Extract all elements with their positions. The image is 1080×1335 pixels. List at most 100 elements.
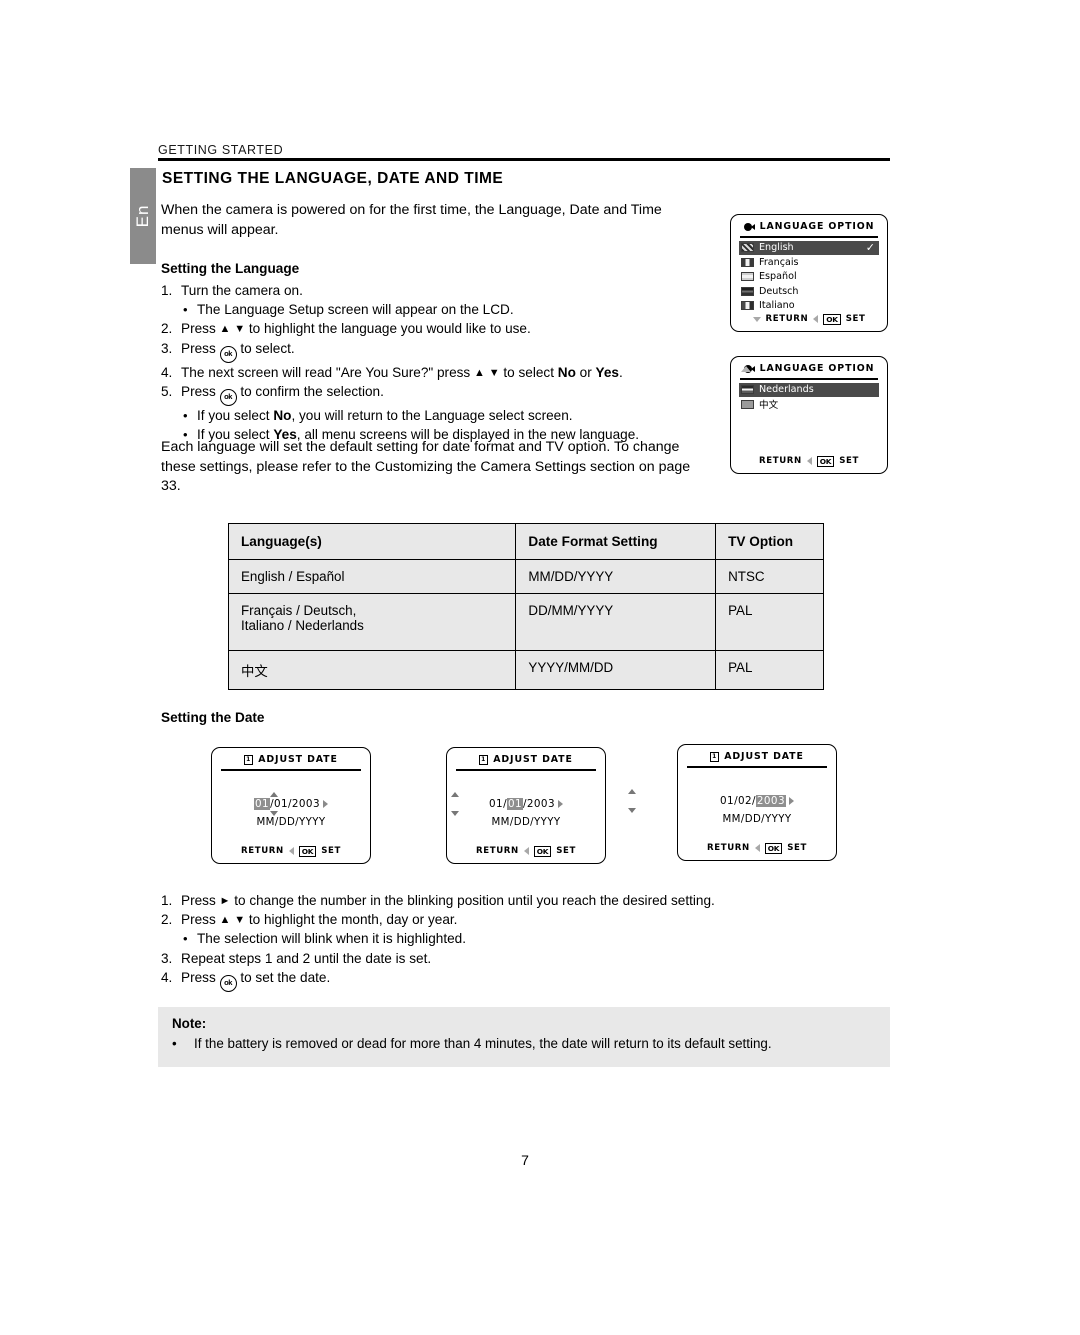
note-text: If the battery is removed or dead for mo…: [194, 1036, 772, 1051]
set-label: SET: [321, 846, 341, 857]
triangle-right-icon: ►: [219, 895, 231, 907]
triangle-down-icon[interactable]: [628, 808, 636, 813]
germany-flag-icon: [741, 286, 754, 296]
year-value[interactable]: 2003: [292, 798, 320, 810]
list-item[interactable]: English ✓: [739, 240, 879, 256]
cell-languages-line2: Italiano / Nederlands: [241, 618, 364, 633]
language-tab-label: En: [133, 204, 152, 228]
menu-marker-icon: [743, 222, 755, 231]
bullet-text: The Language Setup screen will appear on…: [197, 302, 514, 318]
date-format-label: MM/DD/YYYY: [256, 817, 326, 828]
triangle-right-icon[interactable]: [557, 800, 563, 808]
triangle-left-icon: [523, 847, 529, 856]
ok-box-icon[interactable]: OK: [533, 845, 552, 857]
set-label: SET: [556, 846, 576, 857]
month-value[interactable]: 01: [489, 798, 503, 810]
ok-button-icon: ok: [219, 345, 237, 363]
bullet-dot: •: [172, 1036, 177, 1051]
language-settings-table: Language(s) Date Format Setting TV Optio…: [227, 523, 824, 690]
year-value[interactable]: 2003: [755, 795, 786, 807]
triangle-left-icon: [754, 844, 760, 853]
list-item: 3. Repeat steps 1 and 2 until the date i…: [161, 949, 841, 968]
triangle-up-icon: ▲: [219, 323, 231, 336]
step-text: Press ok to select.: [181, 339, 721, 363]
cell-languages: English / Español: [227, 559, 517, 594]
date-value-row: 01 / 02 / 2003: [678, 794, 836, 808]
language-label: Deutsch: [759, 285, 799, 297]
column-header-languages: Language(s): [227, 523, 517, 560]
list-item[interactable]: Deutsch: [739, 284, 879, 299]
return-label[interactable]: RETURN: [241, 846, 284, 856]
lcd-title-row: LANGUAGE OPTION: [731, 357, 887, 374]
lcd-footer: RETURN OK SET: [731, 313, 887, 325]
lcd-title-row: LANGUAGE OPTION: [731, 215, 887, 232]
cell-date-format: YYYY/MM/DD: [515, 650, 717, 690]
step-number: 5.: [161, 383, 173, 399]
list-item[interactable]: Français: [739, 255, 879, 270]
date-value-row: 01 / 01 / 2003: [447, 797, 605, 811]
table-row: English / Español MM/DD/YYYY NTSC: [227, 559, 824, 594]
set-label: SET: [845, 314, 866, 325]
date-steps-list: 1. Press ► to change the number in the b…: [161, 891, 841, 992]
step-number: 4.: [161, 969, 173, 985]
set-label: SET: [787, 843, 807, 854]
triangle-right-icon[interactable]: [788, 797, 794, 805]
day-value[interactable]: 02: [738, 795, 752, 807]
cell-date-format: DD/MM/YYYY: [515, 593, 717, 651]
bullet-emphasis-no: No: [273, 407, 292, 423]
step-number: 2.: [161, 912, 173, 928]
step-emphasis-no: No: [557, 364, 576, 380]
lcd-adjust-date-screen-1: 1 ADJUST DATE 01 / 01 / 2003 MM/DD/YYYY …: [211, 747, 371, 864]
ok-box-icon[interactable]: OK: [823, 313, 841, 325]
ok-box-icon[interactable]: OK: [764, 842, 783, 854]
list-item: 1. Press ► to change the number in the b…: [161, 891, 841, 910]
step-text: Press ▲ ▼ to highlight the month, day or…: [181, 912, 458, 928]
day-value[interactable]: 01: [506, 798, 523, 810]
ok-box-icon[interactable]: OK: [298, 845, 317, 857]
triangle-down-icon: ▼: [234, 914, 246, 927]
cell-tv-option: PAL: [715, 593, 824, 651]
list-item[interactable]: Español: [739, 270, 879, 285]
list-item: 5. Press ok to confirm the selection.: [161, 382, 721, 406]
note-bullet: • If the battery is removed or dead for …: [172, 1036, 880, 1051]
list-item: 2. Press ▲ ▼ to highlight the month, day…: [161, 910, 841, 929]
cell-tv-option: PAL: [715, 650, 824, 690]
return-label[interactable]: RETURN: [476, 846, 519, 856]
check-icon: ✓: [865, 241, 875, 255]
bullet-dot: •: [183, 407, 188, 423]
step-text: Press ► to change the number in the blin…: [181, 893, 715, 908]
list-item[interactable]: Italiano: [739, 299, 879, 314]
cell-tv-option: NTSC: [715, 559, 824, 594]
language-list: Nederlands 中文: [739, 382, 879, 412]
section-heading-date: Setting the Date: [161, 710, 265, 725]
year-value[interactable]: 2003: [527, 798, 555, 810]
list-item[interactable]: 中文: [739, 397, 879, 412]
triangle-up-icon[interactable]: [628, 789, 636, 794]
list-item: 4. Press ok to set the date.: [161, 968, 841, 992]
table-row: 中文 YYYY/MM/DD PAL: [227, 650, 824, 690]
step-emphasis-yes: Yes: [595, 364, 619, 380]
triangle-left-icon: [288, 847, 294, 856]
day-value[interactable]: 01: [274, 798, 288, 810]
ok-button-icon: ok: [219, 974, 237, 992]
ok-box-icon[interactable]: OK: [816, 455, 835, 467]
list-item[interactable]: Nederlands: [739, 382, 879, 398]
lcd-title-rule: [740, 236, 878, 238]
return-label[interactable]: RETURN: [707, 843, 750, 853]
return-label[interactable]: RETURN: [759, 456, 802, 466]
triangle-up-icon: ▲: [219, 914, 231, 927]
return-label[interactable]: RETURN: [766, 314, 809, 324]
lcd-footer: RETURN OK SET: [212, 845, 370, 857]
month-value[interactable]: 01: [720, 795, 734, 807]
triangle-down-icon[interactable]: [270, 811, 278, 816]
month-value[interactable]: 01: [254, 798, 271, 810]
step-text: Turn the camera on.: [181, 283, 303, 298]
note-box: Note: • If the battery is removed or dea…: [158, 1007, 890, 1067]
triangle-down-icon[interactable]: [451, 811, 459, 816]
triangle-right-icon[interactable]: [322, 800, 328, 808]
step-number: 1.: [161, 283, 173, 298]
language-tab-en: En: [130, 168, 156, 264]
cell-languages: 中文: [227, 650, 517, 690]
triangle-left-icon: [813, 315, 819, 324]
manual-page: GETTING STARTED En SETTING THE LANGUAGE,…: [0, 0, 1080, 1335]
